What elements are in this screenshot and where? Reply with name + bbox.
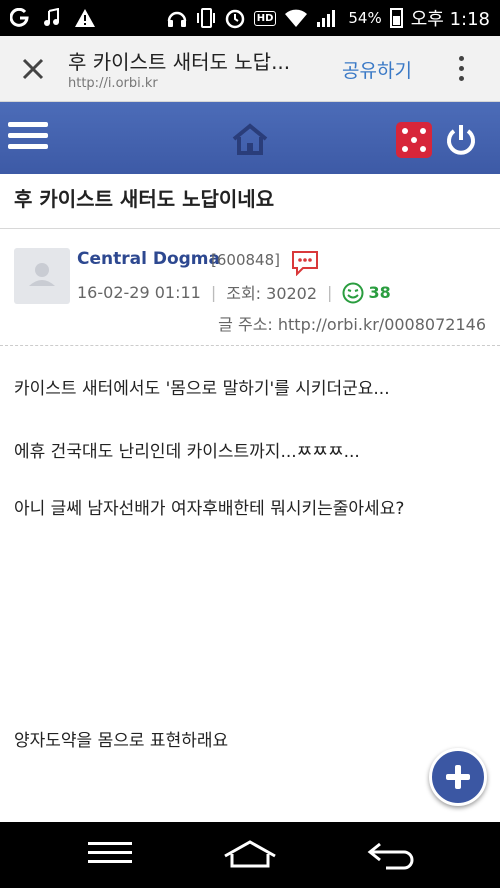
menu-nav-icon[interactable] bbox=[88, 838, 134, 872]
separator: | bbox=[210, 282, 217, 302]
vibrate-icon bbox=[196, 7, 216, 29]
dice-icon[interactable] bbox=[396, 122, 432, 158]
close-icon[interactable] bbox=[18, 54, 48, 84]
post-date: 16-02-29 01:11 bbox=[77, 282, 201, 302]
post-paragraph: 아니 글쎄 남자선배가 여자후배한테 뭐시키는줄아세요? bbox=[14, 499, 405, 519]
post-paragraph: 에휴 건국대도 난리인데 카이스트까지...ㅉㅉㅉ... bbox=[14, 442, 360, 462]
tab-url: http://i.orbi.kr bbox=[68, 76, 158, 91]
menu-icon[interactable] bbox=[8, 122, 48, 154]
battery-icon bbox=[389, 8, 403, 28]
alarm-icon bbox=[224, 7, 246, 29]
share-button[interactable]: 공유하기 bbox=[342, 56, 412, 83]
back-nav-icon[interactable] bbox=[366, 838, 416, 874]
author-name[interactable]: Central Dogma bbox=[77, 249, 220, 269]
post-paragraph: 양자도약을 몸으로 표현하래요 bbox=[14, 731, 229, 751]
add-fab-button[interactable] bbox=[429, 748, 487, 806]
wifi-icon bbox=[284, 8, 308, 28]
system-nav-bar bbox=[0, 822, 500, 888]
post-paragraph: 카이스트 새터에서도 '몸으로 말하기'를 시키더군요... bbox=[14, 379, 390, 399]
music-icon bbox=[42, 8, 62, 28]
separator: | bbox=[327, 282, 333, 302]
battery-percent: 54% bbox=[348, 9, 382, 27]
avatar[interactable] bbox=[14, 248, 70, 304]
headset-icon bbox=[166, 7, 188, 29]
smile-icon[interactable] bbox=[342, 282, 364, 304]
clock: 오후 1:18 bbox=[410, 9, 490, 30]
author-id: [600848] bbox=[211, 251, 280, 269]
more-options-icon[interactable] bbox=[450, 54, 472, 84]
divider bbox=[0, 228, 500, 229]
message-icon[interactable] bbox=[291, 250, 319, 280]
home-icon[interactable] bbox=[230, 122, 270, 160]
post-url[interactable]: 글 주소: http://orbi.kr/0008072146 bbox=[218, 311, 486, 335]
power-icon[interactable] bbox=[443, 122, 479, 162]
home-nav-icon[interactable] bbox=[222, 838, 278, 874]
site-header bbox=[0, 102, 500, 174]
signal-icon bbox=[316, 8, 340, 28]
hd-icon: HD bbox=[253, 10, 277, 26]
status-bar: HD 54% 오후 1:18 bbox=[0, 0, 500, 36]
post-meta: 16-02-29 01:11 | 조회: 30202 | 38 bbox=[77, 280, 391, 304]
tab-title: 후 카이스트 새터도 노답... bbox=[68, 50, 291, 74]
warning-icon bbox=[74, 8, 96, 28]
view-count: 조회: 30202 bbox=[226, 284, 318, 303]
post-title: 후 카이스트 새터도 노답이네요 bbox=[14, 187, 275, 211]
divider bbox=[0, 345, 500, 346]
like-count: 38 bbox=[368, 282, 391, 302]
app-notification-icon bbox=[10, 8, 30, 28]
browser-toolbar: 후 카이스트 새터도 노답... http://i.orbi.kr 공유하기 bbox=[0, 36, 500, 102]
